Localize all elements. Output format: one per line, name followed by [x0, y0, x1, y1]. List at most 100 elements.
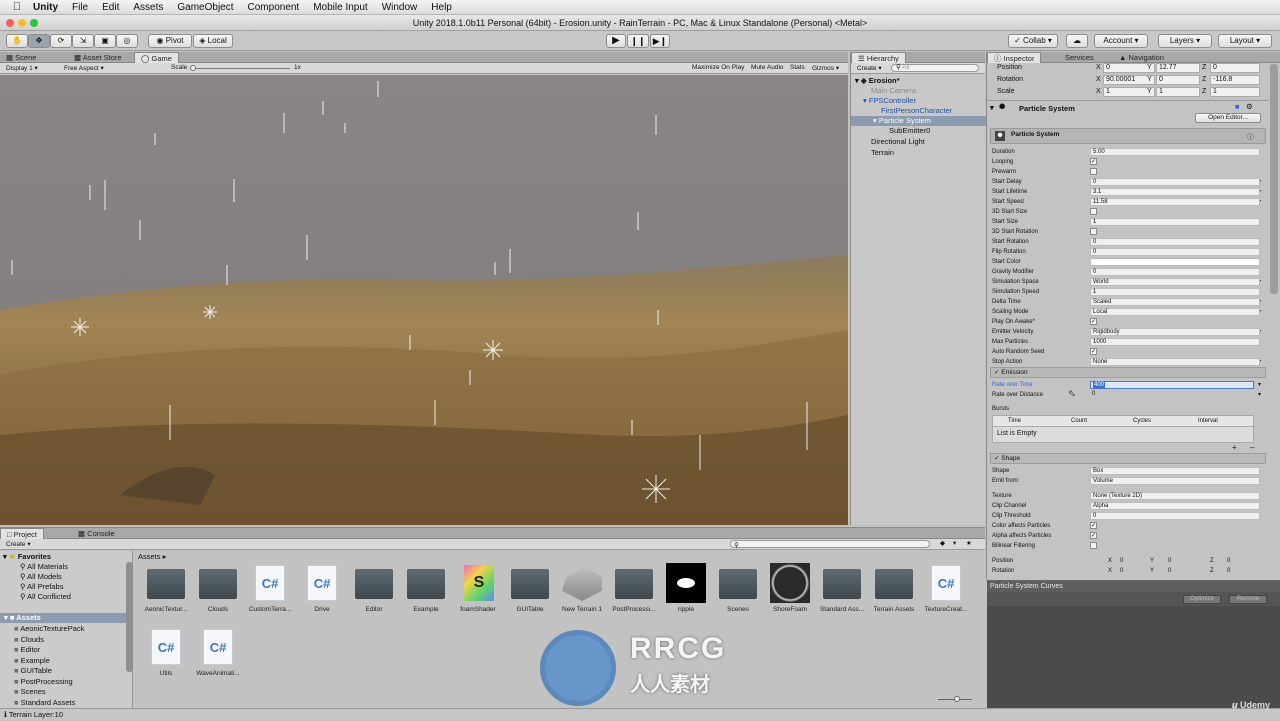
favorite-all-materials[interactable]: ⚲ All Materials: [20, 562, 68, 572]
tab-hierarchy[interactable]: ☰ Hierarchy: [851, 52, 906, 63]
project-folder-item[interactable]: ■ AeonicTexturePack: [14, 624, 84, 634]
minimize-window-icon[interactable]: [18, 19, 26, 27]
asset-item[interactable]: Clouds: [192, 563, 244, 623]
checked-checkbox[interactable]: ✓: [1090, 348, 1097, 355]
asset-item[interactable]: GUITable: [504, 563, 556, 623]
inspector-scrollbar[interactable]: [1270, 64, 1278, 294]
shape-prop-value[interactable]: None (Texture 2D): [1090, 492, 1260, 500]
hierarchy-item-terrain[interactable]: Terrain: [871, 148, 894, 158]
main-prop-value[interactable]: 1000: [1090, 338, 1260, 346]
asset-item[interactable]: AeonicTextur...: [140, 563, 192, 623]
checked-checkbox[interactable]: ✓: [1090, 522, 1097, 529]
scale-z-field[interactable]: 1: [1210, 87, 1260, 97]
open-editor-button[interactable]: Open Editor...: [1195, 113, 1261, 123]
hierarchy-item-directional-light[interactable]: Directional Light: [871, 137, 925, 147]
favorite-all-models[interactable]: ⚲ All Models: [20, 572, 62, 582]
filter-type-icon[interactable]: ◆: [940, 539, 945, 547]
tab-project[interactable]: □ Project: [0, 528, 44, 539]
hand-tool-icon[interactable]: ✋: [6, 34, 28, 48]
asset-item[interactable]: Editor: [348, 563, 400, 623]
rate-over-distance-input[interactable]: 0: [1090, 391, 1260, 399]
project-search-input[interactable]: ⚲: [730, 540, 930, 549]
aspect-dropdown[interactable]: Free Aspect ▾: [64, 64, 104, 72]
asset-item[interactable]: PostProcessi...: [608, 563, 660, 623]
shape-rot-x[interactable]: 0: [1120, 566, 1123, 576]
hierarchy-item-particle-system[interactable]: ▾ Particle System: [851, 116, 986, 126]
help-icon[interactable]: ■: [1235, 102, 1240, 111]
tab-scene[interactable]: ▦ Scene: [0, 52, 42, 63]
asset-item[interactable]: Scenes: [712, 563, 764, 623]
hierarchy-item-firstpersoncharacter[interactable]: FirstPersonCharacter: [881, 106, 952, 116]
main-prop-value[interactable]: 3.1: [1090, 188, 1260, 196]
tab-asset-store[interactable]: ▩ Asset Store: [68, 52, 128, 63]
rate-time-dropdown-icon[interactable]: ▾: [1258, 380, 1261, 390]
account-dropdown[interactable]: Account ▾: [1094, 34, 1148, 48]
transform-tool-icon[interactable]: ◎: [116, 34, 138, 48]
favorite-all-conflicted[interactable]: ⚲ All Conflicted: [20, 592, 71, 602]
shape-prop-value[interactable]: 0: [1090, 512, 1260, 520]
shape-check-icon[interactable]: ✓: [994, 455, 999, 462]
asset-item[interactable]: ShoreFoam: [764, 563, 816, 623]
tab-inspector[interactable]: ⓘ Inspector: [987, 52, 1042, 63]
project-folder-item[interactable]: ■ GUITable: [14, 666, 52, 676]
favorite-all-prefabs[interactable]: ⚲ All Prefabs: [20, 582, 63, 592]
rotation-y-field[interactable]: 0: [1156, 75, 1200, 85]
tab-services[interactable]: Services: [1059, 52, 1100, 63]
icon-size-thumb[interactable]: [954, 696, 960, 702]
project-folder-item[interactable]: ■ Clouds: [14, 635, 44, 645]
checkbox[interactable]: [1090, 208, 1097, 215]
scale-slider[interactable]: [190, 68, 290, 69]
remove-burst-icon[interactable]: –: [1250, 443, 1254, 452]
scale-slider-thumb[interactable]: [190, 65, 196, 71]
particle-system-component-header[interactable]: ▾ ✺ Particle System ■ ⚙ Open Editor...: [987, 100, 1269, 126]
asset-item[interactable]: ripple: [660, 563, 712, 623]
hierarchy-item-main-camera[interactable]: Main Camera: [871, 86, 916, 96]
shape-prop-value[interactable]: Volume: [1090, 477, 1260, 485]
checkbox[interactable]: [1090, 168, 1097, 175]
checkbox[interactable]: [1090, 542, 1097, 549]
menu-assets[interactable]: Assets: [133, 2, 163, 13]
shape-prop-value[interactable]: Alpha: [1090, 502, 1260, 510]
project-create-dropdown[interactable]: Create ▾: [6, 540, 31, 548]
menu-edit[interactable]: Edit: [102, 2, 119, 13]
main-prop-value[interactable]: World: [1090, 278, 1260, 286]
hierarchy-create-dropdown[interactable]: Create ▾: [857, 64, 882, 72]
favorites-header[interactable]: ▾ ★ Favorites: [3, 552, 51, 562]
main-module-header[interactable]: ✺ Particle System ⓘ: [990, 128, 1266, 144]
rotate-tool-icon[interactable]: ⟳: [50, 34, 72, 48]
play-button[interactable]: ▶: [606, 34, 626, 48]
checked-checkbox[interactable]: ✓: [1090, 318, 1097, 325]
asset-item[interactable]: C# CustomTerra...: [244, 563, 296, 623]
checked-checkbox[interactable]: ✓: [1090, 532, 1097, 539]
asset-item[interactable]: Standard Ass...: [816, 563, 868, 623]
asset-item[interactable]: C# Utils: [140, 627, 192, 687]
start-color-field[interactable]: [1090, 258, 1260, 266]
main-prop-value[interactable]: Scaled: [1090, 298, 1260, 306]
main-prop-value[interactable]: 11.58: [1090, 198, 1260, 206]
emission-module-header[interactable]: ✓ Emission: [990, 367, 1266, 378]
zoom-window-icon[interactable]: [30, 19, 38, 27]
display-dropdown[interactable]: Display 1 ▾: [6, 64, 38, 72]
close-window-icon[interactable]: [6, 19, 14, 27]
menu-help[interactable]: Help: [431, 2, 452, 13]
shape-rot-z[interactable]: 0: [1227, 566, 1230, 576]
project-folder-item[interactable]: ■ Example: [14, 656, 50, 666]
shape-pos-z[interactable]: 0: [1227, 556, 1230, 566]
main-prop-value[interactable]: Rigidbody: [1090, 328, 1260, 336]
tab-console[interactable]: ▩ Console: [72, 528, 121, 539]
shape-module-header[interactable]: ✓ Shape: [990, 453, 1266, 464]
menu-component[interactable]: Component: [248, 2, 300, 13]
remove-curve-button[interactable]: Remove: [1229, 595, 1267, 604]
project-folder-item[interactable]: ■ Standard Assets: [14, 698, 75, 708]
main-prop-value[interactable]: 0: [1090, 238, 1260, 246]
rotation-z-field[interactable]: -116.8: [1210, 75, 1260, 85]
asset-item[interactable]: Example: [400, 563, 452, 623]
project-folder-item[interactable]: ■ Editor: [14, 645, 40, 655]
checked-checkbox[interactable]: ✓: [1090, 158, 1097, 165]
asset-item[interactable]: C# WaveAnimati...: [192, 627, 244, 687]
rect-tool-icon[interactable]: ▣: [94, 34, 116, 48]
hierarchy-search-input[interactable]: ⚲ All: [891, 64, 979, 72]
tree-scrollbar[interactable]: [126, 562, 133, 672]
shape-rot-y[interactable]: 0: [1168, 566, 1171, 576]
assets-root[interactable]: ▾ ■ Assets: [0, 613, 130, 623]
